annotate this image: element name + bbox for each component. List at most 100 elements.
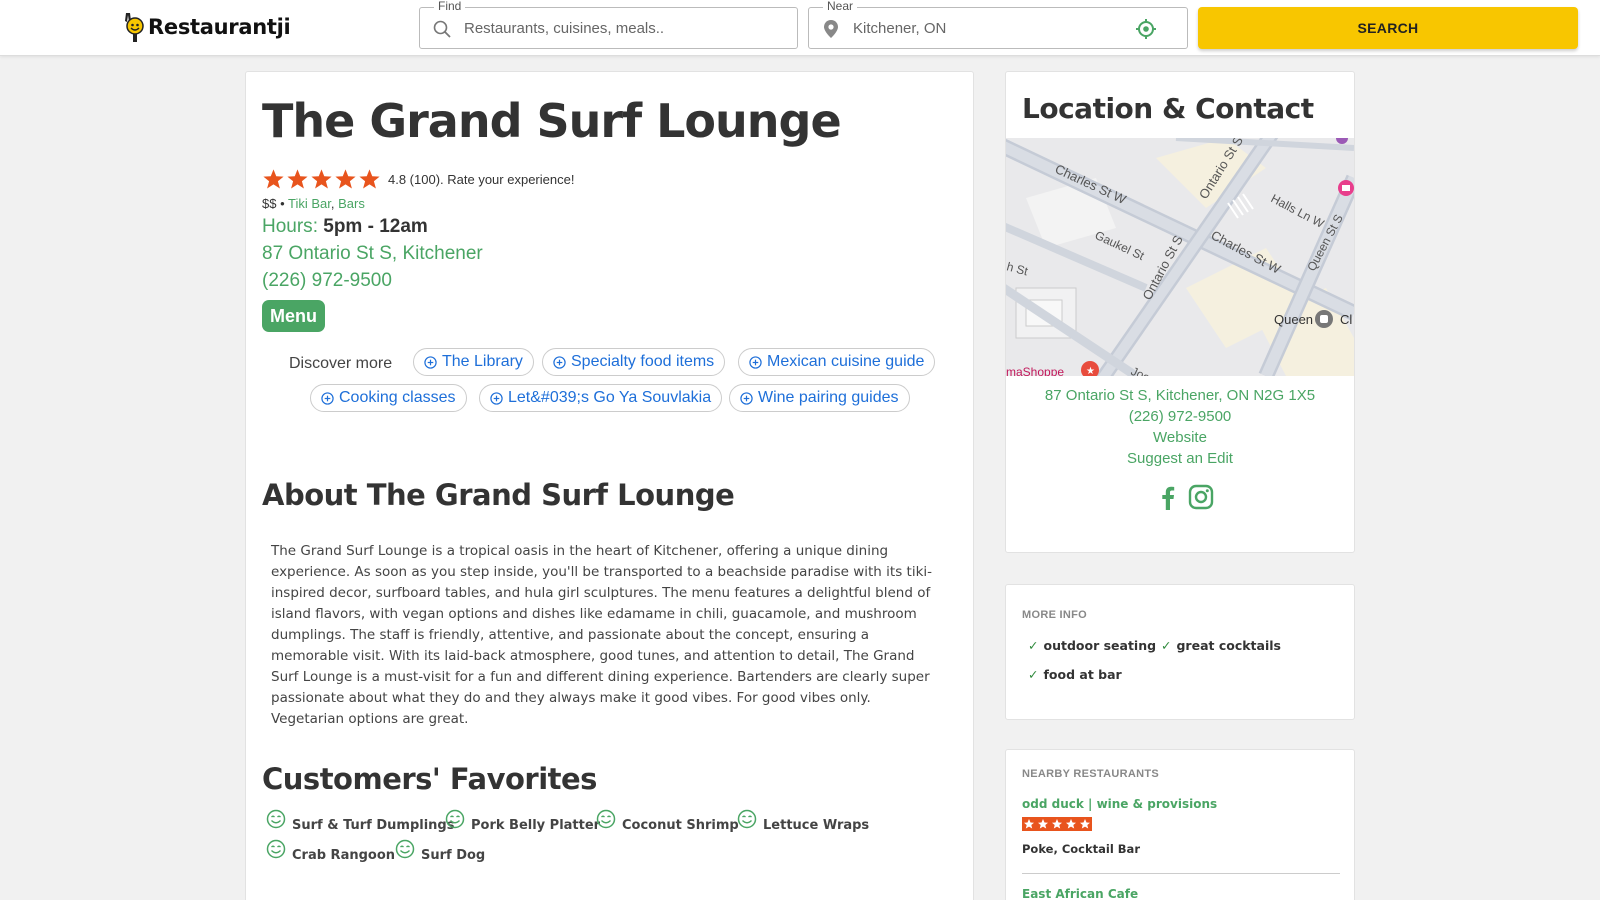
location-pin-icon: [821, 19, 841, 39]
location-heading: Location & Contact: [1022, 92, 1314, 125]
price-level: $$: [262, 196, 277, 211]
favorite-item: Surf & Turf Dumplings: [266, 809, 455, 833]
discover-chip[interactable]: Cooking classes: [310, 384, 467, 412]
discover-chip[interactable]: Mexican cuisine guide: [738, 348, 936, 376]
nearby-label: NEARBY RESTAURANTS: [1022, 768, 1160, 780]
category-link-tiki-bar[interactable]: Tiki Bar: [288, 196, 331, 211]
smiley-icon: [596, 809, 616, 829]
map-label: Cl: [1340, 312, 1352, 327]
menu-button[interactable]: Menu: [262, 300, 325, 332]
map[interactable]: ★ Charles St W Ontario St S Halls Ln W Q…: [1006, 138, 1354, 376]
hours-label: Hours: [262, 216, 313, 237]
star-icon: [1078, 817, 1092, 831]
favorite-label: Coconut Shrimp: [622, 818, 739, 833]
chip-label: Let&#039;s Go Ya Souvlakia: [508, 389, 712, 406]
chip-label: Specialty food items: [571, 353, 715, 370]
chip-label: The Library: [442, 353, 523, 370]
search-button[interactable]: SEARCH: [1198, 7, 1578, 49]
chip-label: Wine pairing guides: [758, 389, 899, 406]
chip-label: Cooking classes: [339, 389, 456, 406]
favorite-item: Crab Rangoon: [266, 839, 396, 863]
check-icon: ✓: [1161, 638, 1172, 653]
amenity-tag: ✓ food at bar: [1028, 667, 1122, 682]
top-header: Restaurantji Find Restaurants, cuisines,…: [0, 0, 1600, 56]
amenity-tag: ✓ great cocktails: [1161, 638, 1281, 653]
suggest-edit-link[interactable]: Suggest an Edit: [1006, 450, 1354, 467]
discover-chip[interactable]: Specialty food items: [542, 348, 726, 376]
logo-icon: [122, 11, 146, 43]
near-field[interactable]: Near Kitchener, ON: [808, 0, 1188, 49]
plus-circle-icon: [490, 391, 503, 405]
map-label: Queen: [1274, 312, 1313, 327]
discover-chip[interactable]: The Library: [413, 348, 534, 376]
smiley-icon: [395, 839, 415, 859]
address-link[interactable]: 87 Ontario St S, Kitchener: [262, 243, 483, 265]
website-link[interactable]: Website: [1006, 429, 1354, 446]
find-label: Find: [434, 0, 466, 13]
find-field[interactable]: Find Restaurants, cuisines, meals..: [419, 0, 798, 49]
logo-text: Restaurantji: [148, 15, 291, 39]
amenity-tag: ✓ outdoor seating: [1028, 638, 1157, 653]
facebook-icon[interactable]: [1156, 484, 1180, 510]
more-info-label: MORE INFO: [1022, 609, 1088, 621]
plus-circle-icon: [740, 391, 753, 405]
favorite-item: Coconut Shrimp: [596, 809, 739, 833]
favorite-label: Lettuce Wraps: [763, 818, 870, 833]
star-icon: [1050, 817, 1064, 831]
favorite-item: Pork Belly Platter: [445, 809, 601, 833]
favorite-label: Crab Rangoon: [292, 848, 396, 863]
star-icon[interactable]: [358, 168, 381, 190]
near-label: Near: [823, 0, 858, 13]
star-icon[interactable]: [310, 168, 333, 190]
nearby-restaurant-link[interactable]: odd duck | wine & provisions: [1022, 797, 1217, 811]
plus-circle-icon: [553, 355, 566, 369]
find-input[interactable]: Restaurants, cuisines, meals..: [464, 20, 664, 38]
hours-value: 5pm - 12am: [323, 216, 428, 237]
star-icon: [1036, 817, 1050, 831]
logo[interactable]: Restaurantji: [122, 10, 291, 44]
separator: •: [276, 196, 289, 211]
plus-circle-icon: [749, 355, 762, 369]
about-heading: About The Grand Surf Lounge: [262, 478, 735, 512]
map-label: maShoppe: [1006, 365, 1064, 376]
near-input[interactable]: Kitchener, ON: [853, 20, 946, 38]
plus-circle-icon: [424, 355, 437, 369]
favorites-heading: Customers' Favorites: [262, 762, 597, 796]
contact-phone-link[interactable]: (226) 972-9500: [1006, 408, 1354, 425]
nearby-restaurant-link[interactable]: East African Cafe: [1022, 887, 1138, 900]
check-icon: ✓: [1028, 667, 1039, 682]
smiley-icon: [445, 809, 465, 829]
more-info-card: MORE INFO ✓ outdoor seating ✓ great cockta…: [1005, 584, 1355, 720]
favorite-label: Surf Dog: [421, 848, 486, 863]
star-icon[interactable]: [334, 168, 357, 190]
price-and-categories: $$ • Tiki Bar, Bars: [262, 196, 365, 211]
star-icon[interactable]: [286, 168, 309, 190]
nearby-restaurants-card: NEARBY RESTAURANTS odd duck | wine & pro…: [1005, 749, 1355, 900]
rating-text: 4.8 (100). Rate your experience!: [388, 171, 575, 187]
chip-label: Mexican cuisine guide: [767, 353, 925, 370]
svg-text:★: ★: [1086, 366, 1095, 376]
star-icon: [1022, 817, 1036, 831]
phone-link[interactable]: (226) 972-9500: [262, 270, 392, 292]
map-graphic: ★ Charles St W Ontario St S Halls Ln W Q…: [1006, 138, 1354, 376]
full-address-link[interactable]: 87 Ontario St S, Kitchener, ON N2G 1X5: [1006, 387, 1354, 404]
favorite-label: Surf & Turf Dumplings: [292, 818, 455, 833]
search-icon: [432, 19, 452, 39]
restaurant-main-card: The Grand Surf Lounge 4.8 (100). Rate yo…: [245, 71, 974, 900]
star-icon: [1064, 817, 1078, 831]
instagram-icon[interactable]: [1188, 484, 1214, 510]
favorite-item: Surf Dog: [395, 839, 486, 863]
favorite-label: Pork Belly Platter: [471, 818, 601, 833]
smiley-icon: [737, 809, 757, 829]
rating-row: 4.8 (100). Rate your experience!: [262, 168, 574, 190]
category-link-bars[interactable]: Bars: [338, 196, 365, 211]
discover-chip[interactable]: Let&#039;s Go Ya Souvlakia: [479, 384, 723, 412]
favorite-item: Lettuce Wraps: [737, 809, 870, 833]
smiley-icon: [266, 839, 286, 859]
plus-circle-icon: [321, 391, 334, 405]
discover-more-label: Discover more: [289, 355, 393, 372]
nearby-categories: Poke, Cocktail Bar: [1022, 842, 1140, 856]
discover-chip[interactable]: Wine pairing guides: [729, 384, 910, 412]
star-icon[interactable]: [262, 168, 285, 190]
locate-me-icon[interactable]: [1135, 18, 1157, 40]
